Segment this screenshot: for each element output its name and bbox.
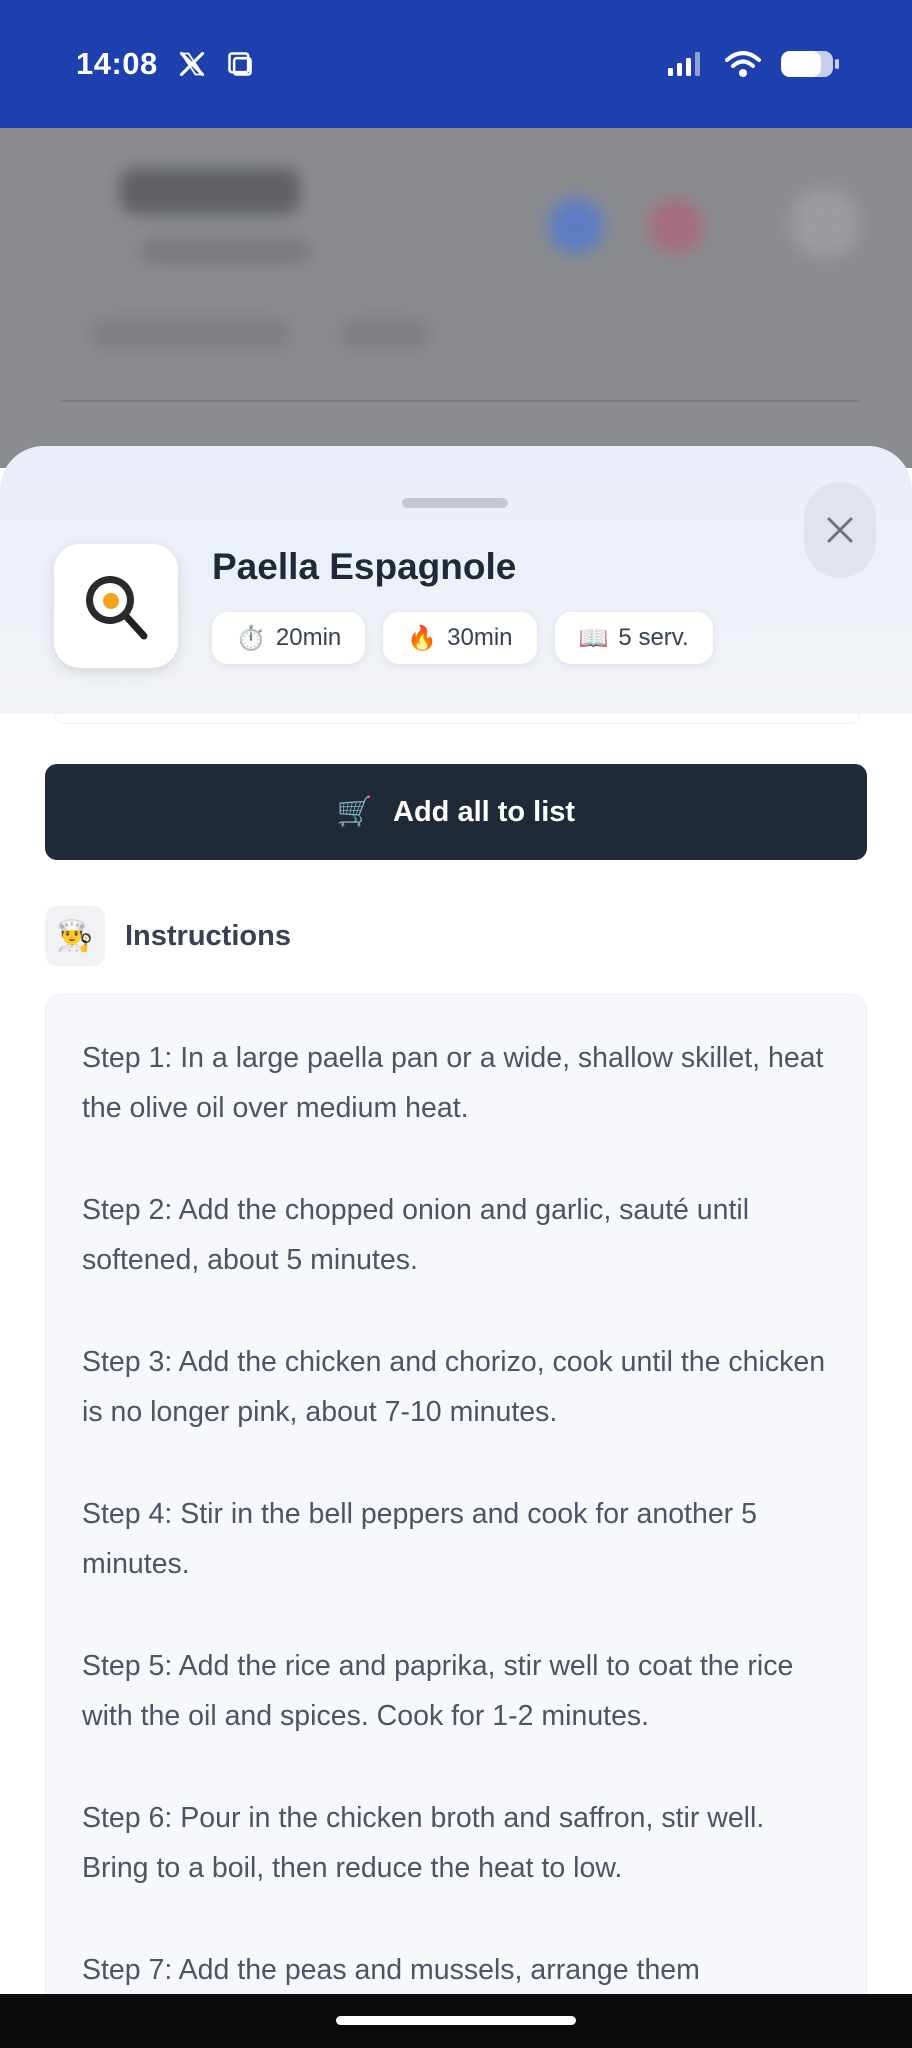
- status-right: [666, 49, 840, 79]
- instruction-step: Step 5: Add the rice and paprika, stir w…: [82, 1650, 794, 1732]
- signal-icon: [666, 50, 706, 78]
- screen-icon: [226, 50, 254, 78]
- cook-time-label: 30min: [447, 624, 513, 651]
- recipe-sheet: Paella Espagnole ⏱️ 20min 🔥 30min 📖 5 se…: [0, 446, 912, 1994]
- instruction-step: Step 4: Stir in the bell peppers and coo…: [82, 1498, 757, 1580]
- scrolled-card-edge: [54, 714, 860, 724]
- background-page-overlay: [0, 128, 912, 468]
- book-icon: 📖: [578, 624, 609, 652]
- servings-label: 5 serv.: [618, 624, 689, 651]
- status-bar: 14:08: [0, 0, 912, 128]
- servings-chip: 📖 5 serv.: [554, 612, 713, 664]
- timer-icon: ⏱️: [236, 624, 266, 652]
- instructions-header: 👨‍🍳 Instructions: [45, 906, 291, 966]
- battery-icon: [780, 49, 840, 79]
- recipe-meta-chips: ⏱️ 20min 🔥 30min 📖 5 serv.: [212, 612, 713, 664]
- drag-handle[interactable]: [402, 498, 508, 508]
- prep-time-label: 20min: [275, 624, 342, 651]
- add-all-to-list-button[interactable]: 🛒 Add all to list: [45, 764, 867, 860]
- chef-icon: 👨‍🍳: [45, 906, 105, 966]
- add-all-label: Add all to list: [393, 795, 576, 828]
- status-time: 14:08: [76, 46, 158, 81]
- close-icon: [827, 517, 853, 543]
- instructions-list: Step 1: In a large paella pan or a wide,…: [45, 994, 867, 1994]
- instruction-step: Step 1: In a large paella pan or a wide,…: [82, 1042, 824, 1124]
- status-left: 14:08: [76, 46, 254, 82]
- home-indicator[interactable]: [336, 2016, 576, 2025]
- fire-icon: 🔥: [407, 624, 438, 652]
- recipe-icon: [54, 544, 178, 668]
- instruction-step: Step 6: Pour in the chicken broth and sa…: [82, 1802, 765, 1884]
- instruction-step: Step 7: Add the peas and mussels, arrang…: [82, 1954, 700, 1986]
- recipe-title: Paella Espagnole: [212, 546, 517, 587]
- cook-time-chip: 🔥 30min: [383, 612, 537, 664]
- prep-time-chip: ⏱️ 20min: [212, 612, 366, 664]
- navigation-bar: [0, 1994, 912, 2048]
- x-logo-icon: [178, 50, 206, 78]
- wifi-icon: [724, 49, 762, 79]
- frying-pan-egg-icon: [86, 576, 148, 640]
- instructions-title: Instructions: [125, 919, 291, 952]
- cart-icon: 🛒: [336, 796, 374, 828]
- close-button[interactable]: [804, 482, 876, 578]
- instruction-step: Step 3: Add the chicken and chorizo, coo…: [82, 1346, 826, 1428]
- instruction-step: Step 2: Add the chopped onion and garlic…: [82, 1194, 750, 1276]
